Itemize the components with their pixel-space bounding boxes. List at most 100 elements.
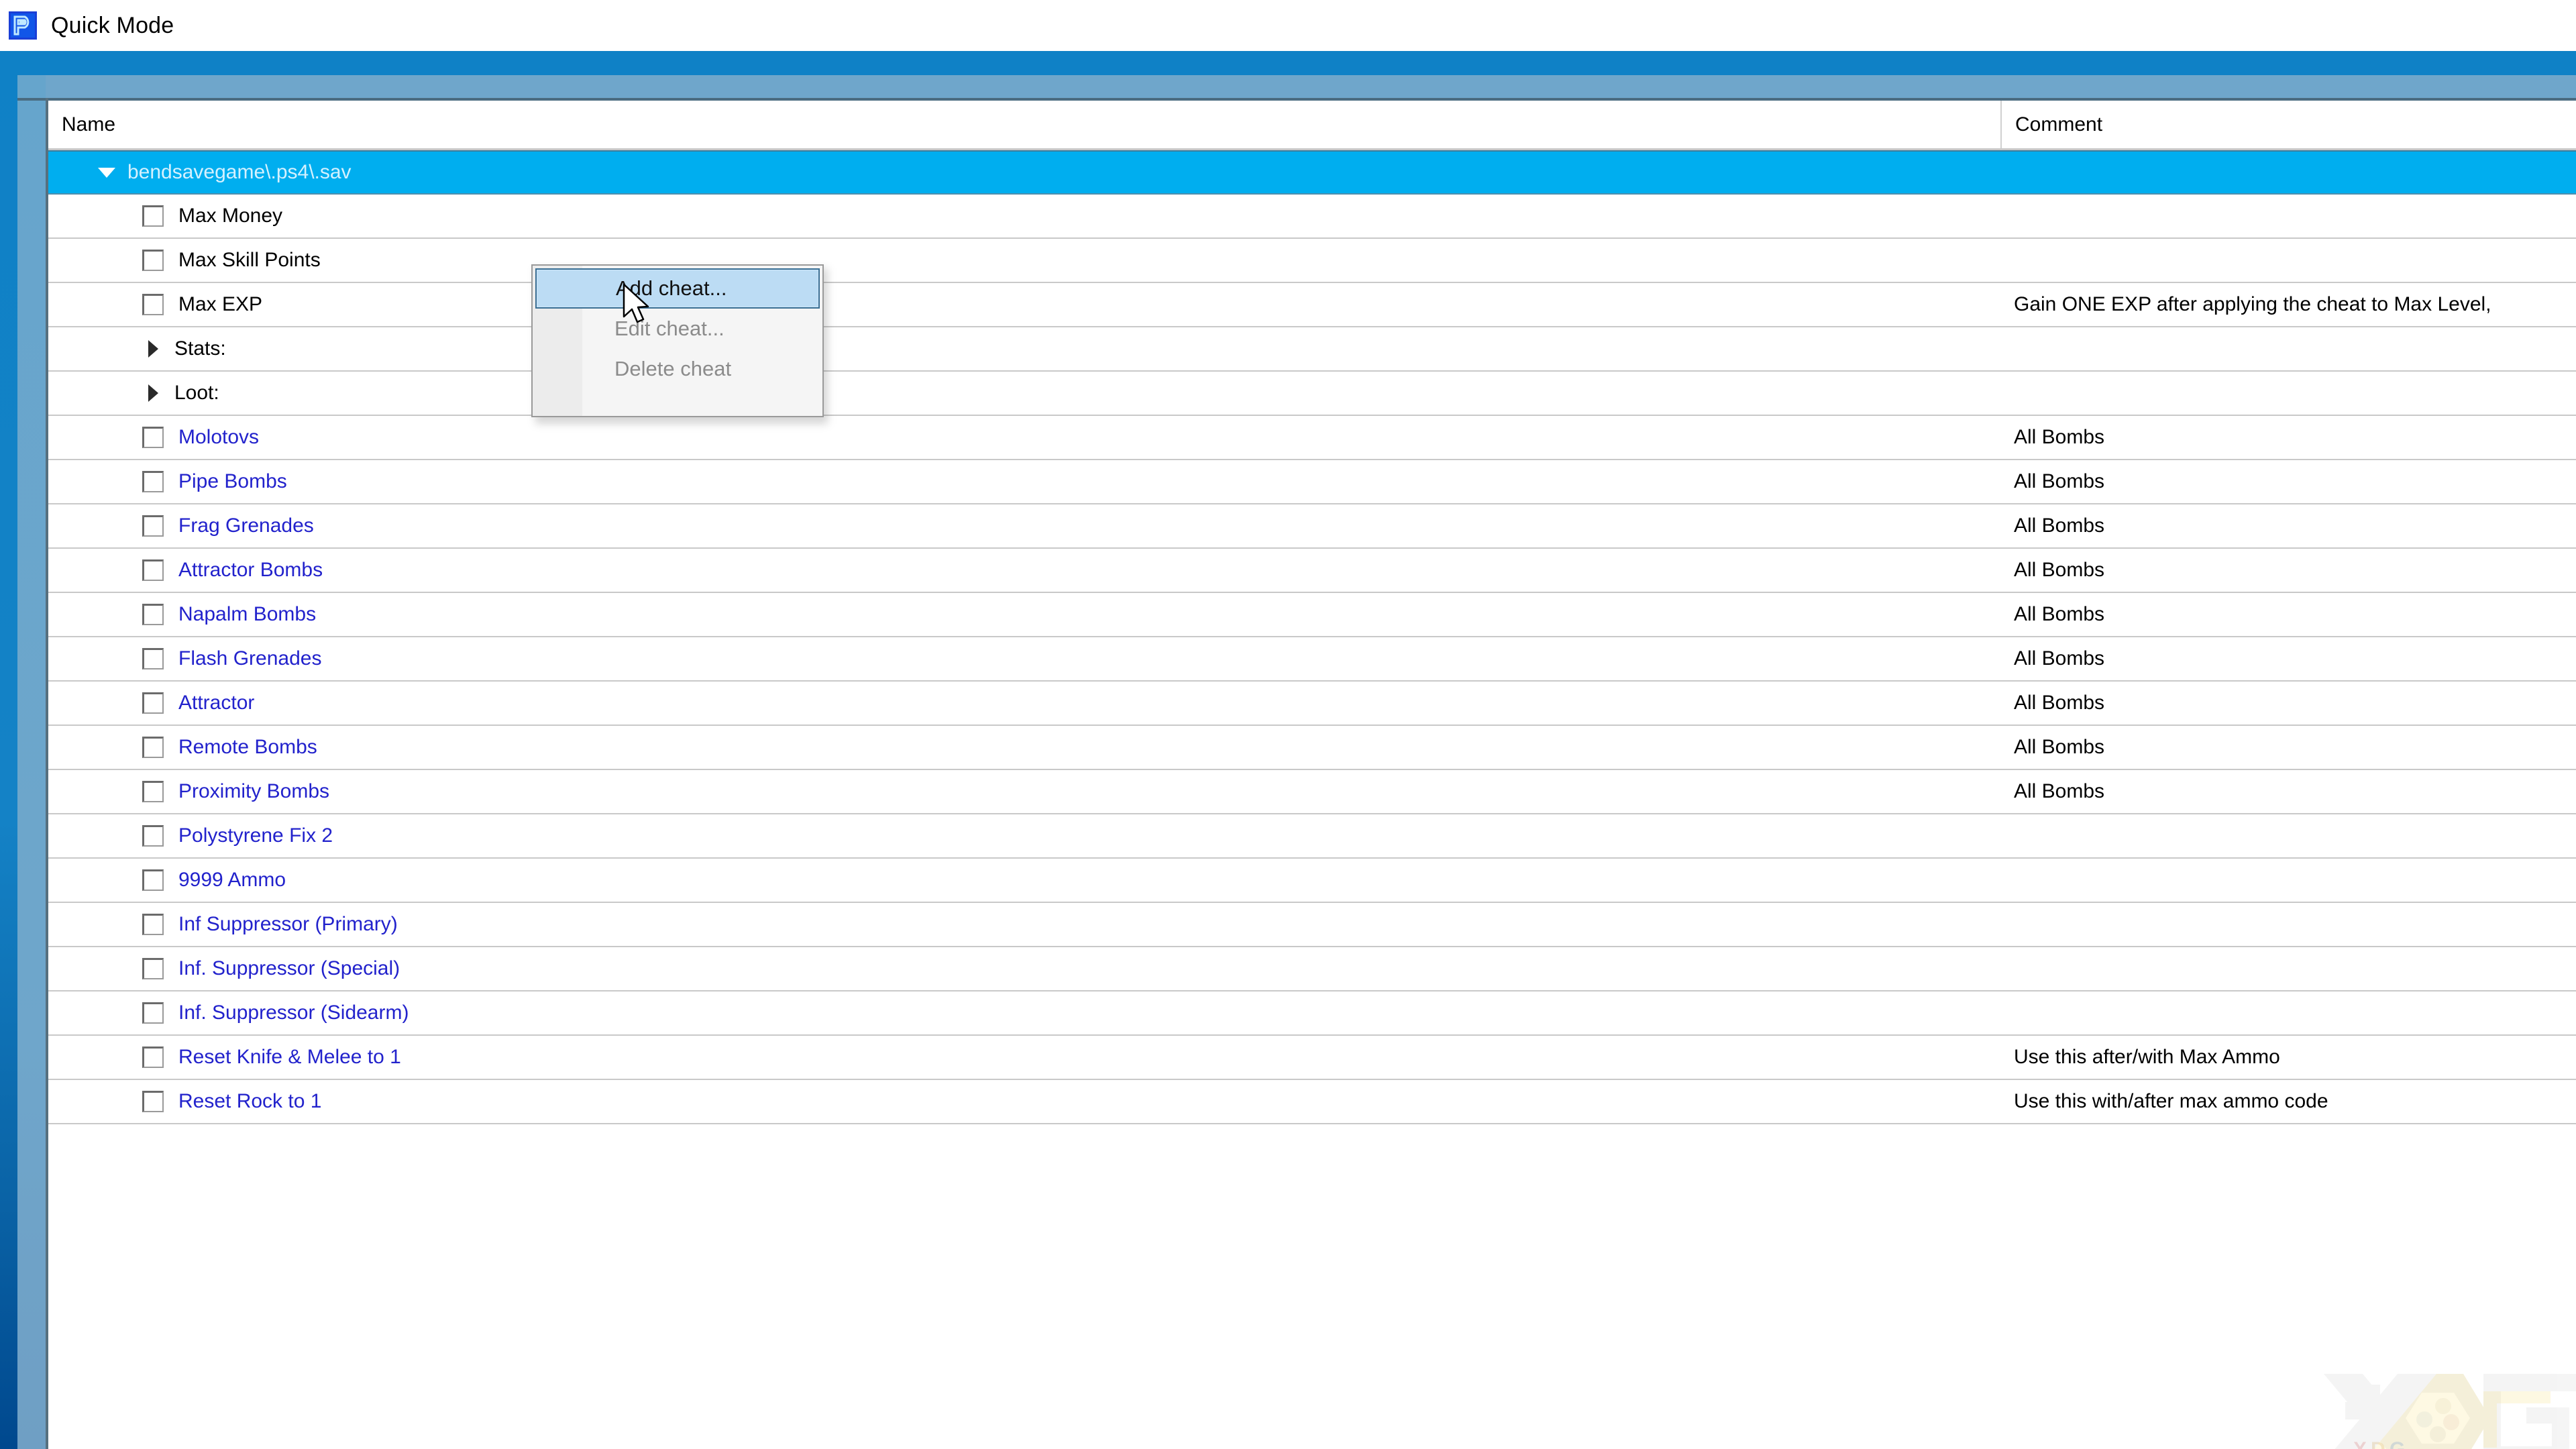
row-name-cell[interactable]: Attractor [48, 682, 2000, 724]
row-checkbox[interactable] [142, 825, 164, 847]
row-name-cell[interactable]: Reset Knife & Melee to 1 [48, 1036, 2000, 1079]
table-row[interactable]: 9999 Ammo [48, 859, 2576, 903]
row-comment-cell [2000, 327, 2576, 370]
row-name-cell[interactable]: Napalm Bombs [48, 593, 2000, 636]
row-name-cell[interactable]: Remote Bombs [48, 726, 2000, 769]
row-comment-cell [2000, 195, 2576, 237]
row-label: Max Skill Points [178, 249, 321, 271]
row-checkbox[interactable] [142, 958, 164, 979]
row-checkbox[interactable] [142, 1002, 164, 1024]
row-label: bendsavegame\.ps4\.sav [127, 161, 352, 183]
row-comment-cell: All Bombs [2000, 593, 2576, 636]
table-row[interactable]: Napalm Bombs All Bombs [48, 593, 2576, 637]
table-row[interactable]: Remote Bombs All Bombs [48, 726, 2576, 770]
row-comment-text: Gain ONE EXP after applying the cheat to… [2014, 293, 2491, 315]
row-checkbox[interactable] [142, 427, 164, 448]
app-icon [8, 11, 38, 40]
column-header-comment[interactable]: Comment [2000, 101, 2576, 148]
row-checkbox[interactable] [142, 515, 164, 537]
row-checkbox[interactable] [142, 869, 164, 891]
table-row[interactable]: Polystyrene Fix 2 [48, 814, 2576, 859]
row-comment-cell: All Bombs [2000, 770, 2576, 813]
row-name-cell[interactable]: Stats: [48, 327, 2000, 370]
table-row[interactable]: bendsavegame\.ps4\.sav [48, 150, 2576, 195]
row-comment-cell [2000, 372, 2576, 415]
row-checkbox[interactable] [142, 914, 164, 935]
row-checkbox[interactable] [142, 781, 164, 802]
row-name-cell[interactable]: Frag Grenades [48, 504, 2000, 547]
table-row[interactable]: Attractor All Bombs [48, 682, 2576, 726]
row-name-cell[interactable]: Max EXP [48, 283, 2000, 326]
row-checkbox[interactable] [142, 604, 164, 625]
row-name-cell[interactable]: Max Money [48, 195, 2000, 237]
row-name-cell[interactable]: Max Skill Points [48, 239, 2000, 282]
row-comment-text: Use this with/after max ammo code [2014, 1090, 2328, 1112]
context-menu-item: Edit cheat... [533, 309, 822, 349]
row-name-cell[interactable]: 9999 Ammo [48, 859, 2000, 902]
row-comment-cell [2000, 814, 2576, 857]
row-checkbox[interactable] [142, 737, 164, 758]
table-row[interactable]: Proximity Bombs All Bombs [48, 770, 2576, 814]
row-checkbox[interactable] [142, 250, 164, 271]
row-comment-text: All Bombs [2014, 647, 2105, 669]
row-name-cell[interactable]: Inf. Suppressor (Sidearm) [48, 991, 2000, 1034]
svg-text:X: X [2353, 1438, 2367, 1449]
table-row[interactable]: Frag Grenades All Bombs [48, 504, 2576, 549]
row-label: Max Money [178, 205, 283, 227]
chevron-right-icon[interactable] [142, 337, 165, 360]
row-label: Frag Grenades [178, 515, 314, 537]
row-name-cell[interactable]: Pipe Bombs [48, 460, 2000, 503]
cheat-list-panel: X D G Name Comment bendsavegame\.ps4\.sa… [48, 101, 2576, 1449]
row-label: 9999 Ammo [178, 869, 286, 891]
context-menu-item[interactable]: Add cheat... [535, 268, 820, 309]
row-checkbox[interactable] [142, 1091, 164, 1112]
row-name-cell[interactable]: Attractor Bombs [48, 549, 2000, 592]
chevron-right-icon[interactable] [142, 382, 165, 405]
row-name-cell[interactable]: Inf. Suppressor (Special) [48, 947, 2000, 990]
column-header-comment-label: Comment [2015, 113, 2103, 136]
row-name-cell[interactable]: Reset Rock to 1 [48, 1080, 2000, 1123]
row-comment-text: All Bombs [2014, 780, 2105, 802]
chevron-down-icon[interactable] [95, 161, 118, 184]
table-row[interactable]: Inf. Suppressor (Special) [48, 947, 2576, 991]
row-name-cell[interactable]: bendsavegame\.ps4\.sav [48, 152, 2000, 193]
table-row[interactable]: Max Money [48, 195, 2576, 239]
row-checkbox[interactable] [142, 471, 164, 492]
row-checkbox[interactable] [142, 692, 164, 714]
table-row[interactable]: Pipe Bombs All Bombs [48, 460, 2576, 504]
table-row[interactable]: Inf. Suppressor (Sidearm) [48, 991, 2576, 1036]
row-label: Napalm Bombs [178, 603, 317, 625]
table-row[interactable]: Molotovs All Bombs [48, 416, 2576, 460]
row-comment-cell: All Bombs [2000, 460, 2576, 503]
row-comment-text: All Bombs [2014, 426, 2105, 448]
context-menu-item-label: Edit cheat... [614, 317, 724, 340]
table-row[interactable]: Reset Knife & Melee to 1 Use this after/w… [48, 1036, 2576, 1080]
row-label: Reset Rock to 1 [178, 1090, 322, 1112]
column-header-name[interactable]: Name [48, 101, 2000, 148]
table-row[interactable]: Max EXP Gain ONE EXP after applying the c… [48, 283, 2576, 327]
row-checkbox[interactable] [142, 1046, 164, 1068]
table-row[interactable]: Reset Rock to 1 Use this with/after max a… [48, 1080, 2576, 1124]
row-label: Max EXP [178, 293, 263, 315]
row-name-cell[interactable]: Molotovs [48, 416, 2000, 459]
row-checkbox[interactable] [142, 648, 164, 669]
row-name-cell[interactable]: Flash Grenades [48, 637, 2000, 680]
row-name-cell[interactable]: Proximity Bombs [48, 770, 2000, 813]
row-checkbox[interactable] [142, 205, 164, 227]
row-comment-text: All Bombs [2014, 515, 2105, 537]
row-name-cell[interactable]: Inf Suppressor (Primary) [48, 903, 2000, 946]
table-row[interactable]: Attractor Bombs All Bombs [48, 549, 2576, 593]
table-row[interactable]: Max Skill Points [48, 239, 2576, 283]
row-checkbox[interactable] [142, 559, 164, 581]
row-checkbox[interactable] [142, 294, 164, 315]
row-name-cell[interactable]: Loot: [48, 372, 2000, 415]
table-row[interactable]: Flash Grenades All Bombs [48, 637, 2576, 682]
table-row[interactable]: Stats: [48, 327, 2576, 372]
row-comment-cell: All Bombs [2000, 504, 2576, 547]
row-name-cell[interactable]: Polystyrene Fix 2 [48, 814, 2000, 857]
table-row[interactable]: Loot: [48, 372, 2576, 416]
row-label: Attractor [178, 692, 255, 714]
row-label: Inf Suppressor (Primary) [178, 913, 398, 935]
context-menu-item-label: Add cheat... [616, 276, 727, 300]
table-row[interactable]: Inf Suppressor (Primary) [48, 903, 2576, 947]
